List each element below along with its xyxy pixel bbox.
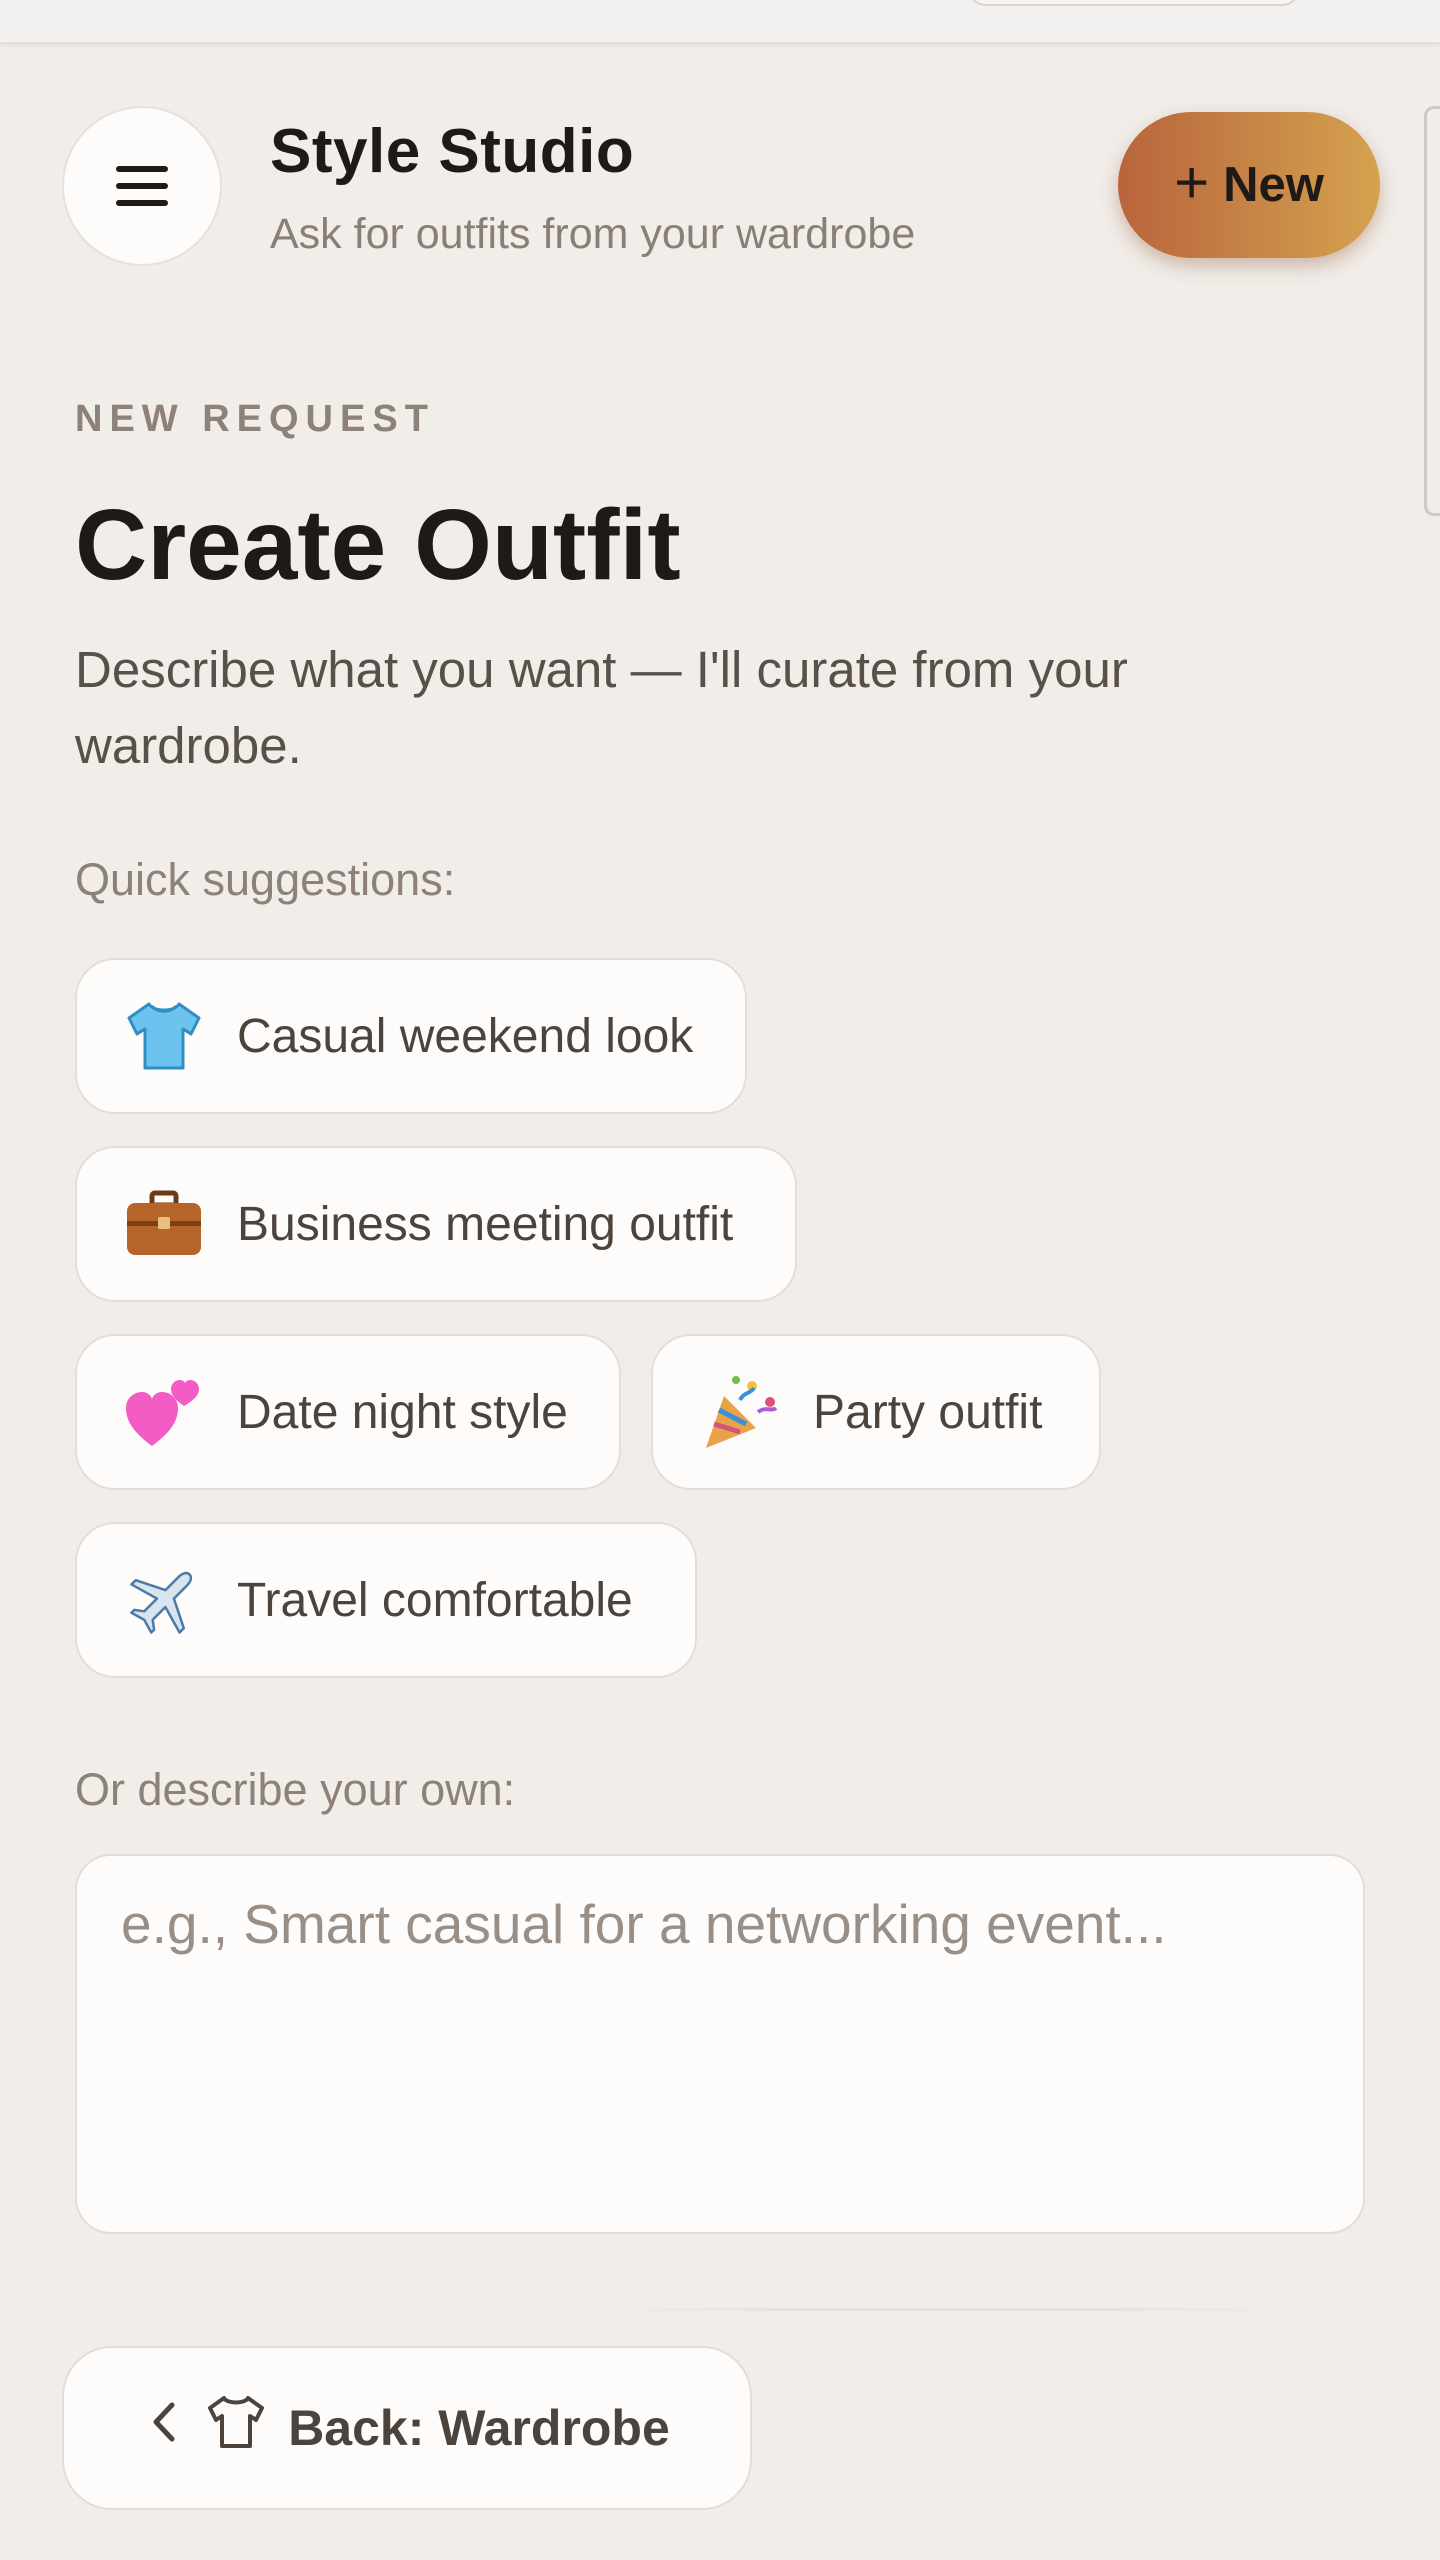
top-bar bbox=[0, 0, 1440, 44]
suggestion-chip-party[interactable]: Party outfit bbox=[651, 1334, 1101, 1490]
menu-button[interactable] bbox=[62, 106, 222, 266]
suggestion-chip-business-meeting[interactable]: Business meeting outfit bbox=[75, 1146, 797, 1302]
chevron-left-icon bbox=[144, 2397, 184, 2459]
new-button-label: New bbox=[1223, 158, 1324, 212]
suggestion-chip-travel[interactable]: Travel comfortable bbox=[75, 1522, 697, 1678]
suggestion-label: Travel comfortable bbox=[237, 1573, 633, 1627]
airplane-icon bbox=[123, 1559, 205, 1641]
app-subtitle: Ask for outfits from your wardrobe bbox=[270, 210, 916, 258]
back-to-wardrobe-button[interactable]: Back: Wardrobe bbox=[62, 2346, 752, 2510]
custom-request-label: Or describe your own: bbox=[75, 1764, 516, 1815]
suggestion-chip-casual-weekend[interactable]: Casual weekend look bbox=[75, 958, 747, 1114]
party-popper-icon bbox=[699, 1371, 781, 1453]
plus-icon: + bbox=[1174, 149, 1210, 216]
suggestion-label: Business meeting outfit bbox=[237, 1197, 734, 1251]
new-button[interactable]: + New bbox=[1118, 112, 1380, 258]
page: Style Studio Ask for outfits from your w… bbox=[0, 0, 1440, 2560]
suggestion-label: Party outfit bbox=[813, 1385, 1043, 1439]
t-shirt-icon bbox=[123, 995, 205, 1077]
shirt-icon bbox=[206, 2394, 266, 2462]
divider bbox=[600, 2308, 1290, 2311]
app-title: Style Studio bbox=[270, 117, 635, 186]
page-description: Describe what you want — I'll curate fro… bbox=[75, 641, 1128, 774]
suggestion-label: Casual weekend look bbox=[237, 1009, 694, 1063]
page-title: Create Outfit bbox=[75, 489, 681, 601]
two-hearts-icon bbox=[123, 1371, 205, 1453]
back-button-label: Back: Wardrobe bbox=[288, 2400, 670, 2456]
hamburger-menu-icon bbox=[116, 166, 168, 206]
top-bar-pill[interactable] bbox=[968, 0, 1300, 6]
suggestion-label: Date night style bbox=[237, 1385, 568, 1439]
briefcase-icon bbox=[123, 1183, 205, 1265]
eyebrow-label: NEW REQUEST bbox=[75, 398, 435, 440]
scrollbar-handle[interactable] bbox=[1424, 106, 1440, 516]
quick-suggestions-label: Quick suggestions: bbox=[75, 854, 456, 905]
outfit-description-input[interactable] bbox=[75, 1854, 1365, 2234]
suggestion-chip-date-night[interactable]: Date night style bbox=[75, 1334, 621, 1490]
